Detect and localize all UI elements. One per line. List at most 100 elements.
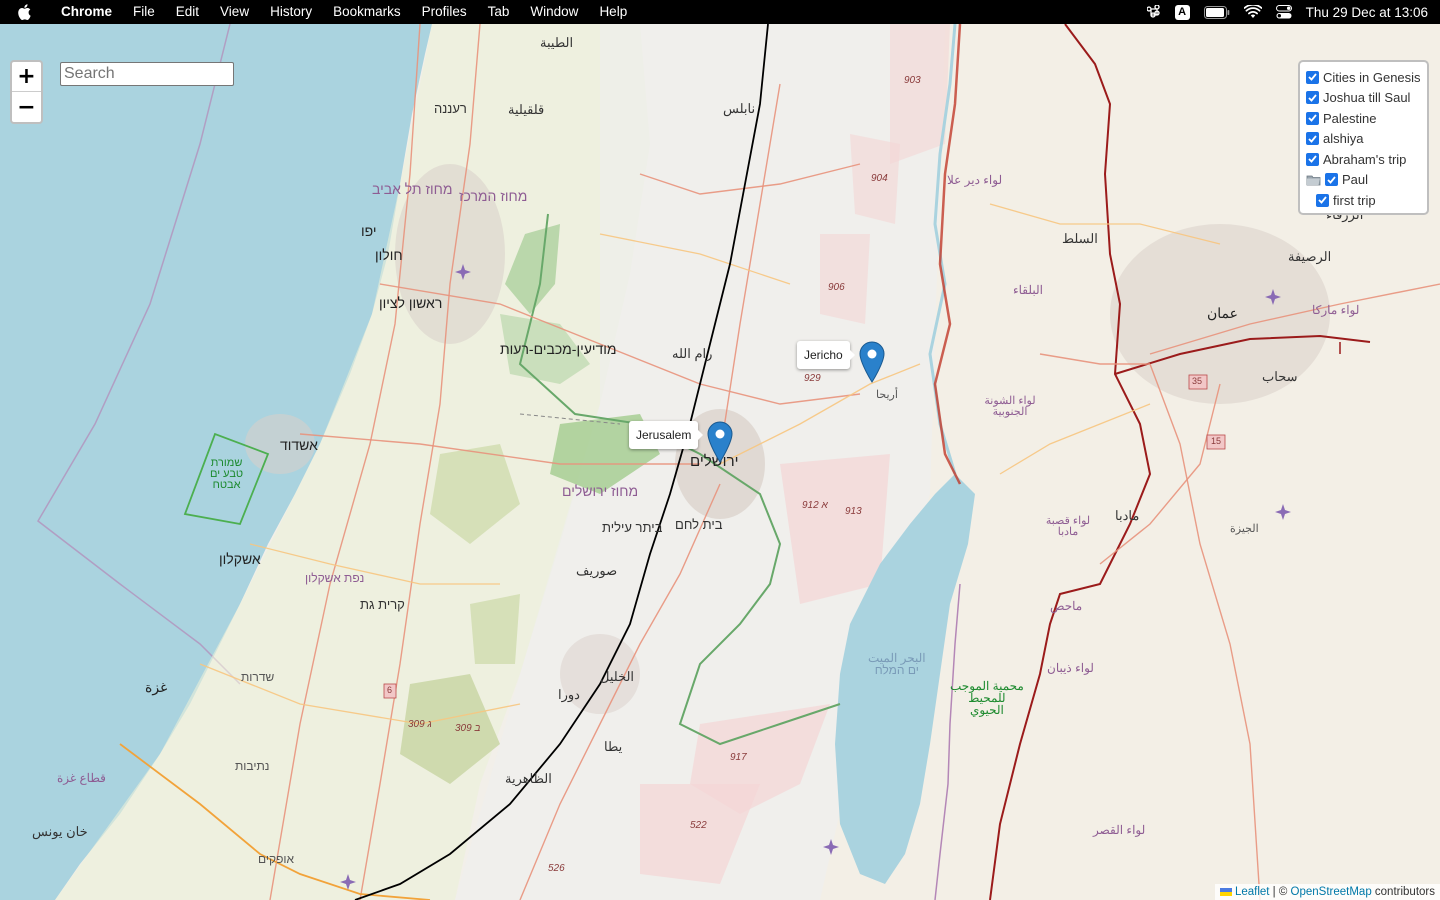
layer-toggle-joshua-till-saul[interactable]: Joshua till Saul xyxy=(1306,88,1421,109)
label-raanana: רעננה xyxy=(434,101,467,116)
label-dead-sea: البحر الميت ים המלח xyxy=(868,651,926,677)
menu-tab[interactable]: Tab xyxy=(477,0,520,24)
route-shield-6: 6 xyxy=(387,685,393,695)
label-center-district: מחוז המרכז xyxy=(459,188,528,204)
layer-label: Paul xyxy=(1342,172,1369,188)
attribution-separator: | © xyxy=(1269,886,1291,898)
route-shield-15: 15 xyxy=(1211,436,1222,446)
label-nature-reserve: שמורת טבע ים אבטח xyxy=(210,457,244,491)
wifi-icon[interactable] xyxy=(1243,5,1262,19)
battery-icon[interactable] xyxy=(1203,5,1230,19)
map-view[interactable]: מחוז תל אביב מחוז המרכז מחוז ירושלים ירו… xyxy=(0,24,1440,900)
layer-toggle-abrahams-trip[interactable]: Abraham's trip xyxy=(1306,149,1421,170)
checkbox-checked-icon[interactable] xyxy=(1325,173,1338,187)
label-marka: لواء ماركا xyxy=(1312,303,1360,317)
label-qalqilya: قلقيلية xyxy=(508,102,545,117)
menu-history[interactable]: History xyxy=(260,0,323,24)
menu-profiles[interactable]: Profiles xyxy=(411,0,477,24)
layer-label: alshiya xyxy=(1323,131,1364,147)
ukraine-flag-icon xyxy=(1219,887,1232,896)
route-label: 526 xyxy=(548,863,565,874)
label-khan-yunis: خان يونس xyxy=(32,824,88,839)
label-kiryat-gat: קרית גת xyxy=(360,597,405,612)
menu-help[interactable]: Help xyxy=(589,0,638,24)
checkbox-checked-icon[interactable] xyxy=(1306,70,1319,84)
label-hebron: الخليل xyxy=(600,669,635,684)
tooltip-jerusalem: Jerusalem xyxy=(629,421,704,449)
map-attribution: Leaflet | © OpenStreetMap contributors xyxy=(1214,884,1440,900)
layer-label: Palestine xyxy=(1323,110,1377,126)
label-amman: عمان xyxy=(1207,305,1238,321)
label-dhiban: لواء ذيبان xyxy=(1047,661,1094,675)
layer-label: first trip xyxy=(1333,192,1376,208)
label-beitar: ביתר עילית xyxy=(602,520,663,535)
layer-toggle-first-trip[interactable]: first trip xyxy=(1306,190,1421,211)
apple-menu-icon[interactable] xyxy=(17,4,41,20)
label-ashkelon-subdistrict: נפת אשקלון xyxy=(305,571,365,585)
label-jiza: الجيزة xyxy=(1230,523,1259,535)
control-center-icon[interactable] xyxy=(1275,5,1292,19)
label-madaba: مادبا xyxy=(1115,508,1140,523)
menu-edit[interactable]: Edit xyxy=(165,0,209,24)
label-mujib-reserve: محمية الموجب للمحيط الحيوي xyxy=(950,679,1024,717)
zoom-in-button[interactable]: + xyxy=(12,62,41,92)
label-qasabat-madaba: لواء قصبة مادبا xyxy=(1045,515,1091,538)
route-label: 917 xyxy=(730,752,747,763)
checkbox-checked-icon[interactable] xyxy=(1306,132,1319,146)
label-sahab: سحاب xyxy=(1262,369,1298,384)
label-gaza-strip: قطاع غزة xyxy=(57,771,106,785)
label-holon: חולון xyxy=(375,247,403,263)
layer-group-paul[interactable]: Paul xyxy=(1306,170,1421,191)
command-key-icon[interactable] xyxy=(1146,5,1161,19)
macos-menubar: Chrome File Edit View History Bookmarks … xyxy=(0,0,1440,24)
input-source-indicator[interactable]: A xyxy=(1174,4,1190,20)
search-input[interactable] xyxy=(60,62,234,86)
leaflet-link[interactable]: Leaflet xyxy=(1235,886,1270,898)
label-netivot: נתיבות xyxy=(235,759,270,773)
menu-app-chrome[interactable]: Chrome xyxy=(57,0,123,24)
label-yatta: يطا xyxy=(604,739,623,754)
label-nablus: نابلس xyxy=(723,101,756,116)
folder-icon[interactable] xyxy=(1306,174,1322,186)
route-label: 929 xyxy=(804,373,821,384)
map-marker-jericho[interactable] xyxy=(859,341,885,383)
menu-bookmarks[interactable]: Bookmarks xyxy=(323,0,412,24)
route-label: 913 xyxy=(845,506,862,517)
route-label: 903 xyxy=(904,75,921,86)
route-shield-35: 35 xyxy=(1192,376,1203,386)
menu-file[interactable]: File xyxy=(123,0,166,24)
layers-control: Cities in Genesis Joshua till Saul Pales… xyxy=(1298,60,1429,215)
label-surif: صوريف xyxy=(576,563,618,578)
label-dhahiriya: الظاهرية xyxy=(505,771,552,786)
checkbox-checked-icon[interactable] xyxy=(1306,111,1319,125)
route-label: 904 xyxy=(871,173,888,184)
layer-toggle-palestine[interactable]: Palestine xyxy=(1306,108,1421,129)
label-russeifa: الرصيفة xyxy=(1288,249,1332,264)
label-jericho-ar: أريحا xyxy=(876,389,898,401)
checkbox-checked-icon[interactable] xyxy=(1306,152,1319,166)
status-area: A Thu 29 Dec at 13:06 xyxy=(1146,0,1440,24)
label-gaza: غزة xyxy=(145,679,168,695)
menubar-clock[interactable]: Thu 29 Dec at 13:06 xyxy=(1306,5,1428,20)
menu-window[interactable]: Window xyxy=(520,0,589,24)
checkbox-checked-icon[interactable] xyxy=(1316,193,1329,207)
label-sderot: שדרות xyxy=(241,670,275,684)
checkbox-checked-icon[interactable] xyxy=(1306,91,1319,105)
label-taibe: الطيبة xyxy=(540,35,574,50)
menu-view[interactable]: View xyxy=(210,0,260,24)
zoom-control: + − xyxy=(10,60,43,124)
attribution-suffix: contributors xyxy=(1371,886,1435,898)
layer-toggle-cities-in-genesis[interactable]: Cities in Genesis xyxy=(1306,67,1421,88)
label-qasr: لواء القصر xyxy=(1093,823,1146,837)
route-label: 906 xyxy=(828,282,845,293)
label-tel-aviv-district: מחוז תל אביב xyxy=(372,181,453,197)
label-salt: السلط xyxy=(1062,231,1098,246)
osm-link[interactable]: OpenStreetMap xyxy=(1291,886,1372,898)
route-label: 522 xyxy=(690,820,707,831)
label-ramallah: رام الله xyxy=(672,346,713,361)
label-ashdod: אשדוד xyxy=(280,437,318,453)
layer-toggle-alshiya[interactable]: alshiya xyxy=(1306,129,1421,150)
map-marker-jerusalem[interactable] xyxy=(707,421,733,463)
label-rishon: ראשון לציון xyxy=(379,295,443,311)
zoom-out-button[interactable]: − xyxy=(12,92,41,122)
